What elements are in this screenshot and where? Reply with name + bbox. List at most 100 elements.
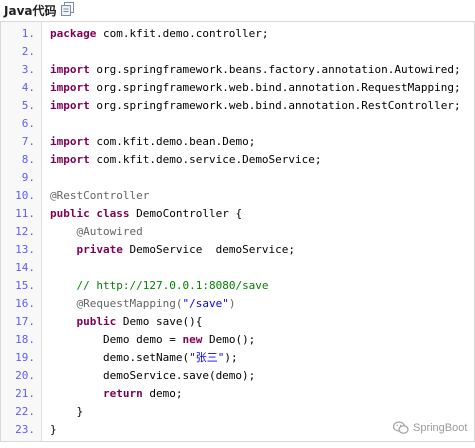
line-number: 17. [15, 315, 35, 328]
code-token-comment: // http://127.0.0.1:8080/save [76, 279, 269, 292]
line-number: 23. [15, 423, 35, 436]
code-token-keyword: import [50, 81, 90, 94]
line-code: @RequestMapping("/save") [50, 295, 236, 313]
code-line: 1. package com.kfit.demo.controller; [1, 25, 474, 43]
code-line: 7. import com.kfit.demo.bean.Demo; [1, 133, 474, 151]
line-code: import com.kfit.demo.service.DemoService… [50, 151, 322, 169]
code-line: 14. [1, 259, 474, 277]
code-token-annotation: @Autowired [76, 225, 143, 238]
code-line: 19. demo.setName("张三"); [1, 349, 474, 367]
line-code: public class DemoController { [50, 205, 242, 223]
code-token-string: "/save" [182, 297, 229, 310]
code-token-plain: } [50, 405, 84, 418]
line-code: package com.kfit.demo.controller; [50, 25, 269, 43]
line-number: 13. [15, 243, 35, 256]
copy-icon[interactable] [61, 2, 74, 16]
code-line: 20. demoService.save(demo); [1, 367, 474, 385]
line-code: private DemoService demoService; [50, 241, 296, 259]
line-number: 11. [15, 207, 35, 220]
code-line: 4. import org.springframework.web.bind.an… [1, 79, 474, 97]
line-number: 18. [15, 333, 35, 346]
code-token-keyword: new [182, 333, 203, 346]
code-token-keyword: return [102, 387, 143, 400]
code-token-annotation: @RequestMapping( [76, 297, 183, 310]
code-token-keyword: import [50, 135, 90, 148]
code-line: 21. return demo; [1, 385, 474, 403]
code-header: Java代码 [0, 0, 475, 20]
code-token-plain: DemoService demoService; [122, 243, 296, 256]
wechat-icon [392, 421, 409, 435]
code-token-plain: Demo(); [202, 333, 256, 346]
code-token-plain: DemoController { [129, 207, 243, 220]
code-token-plain: } [50, 423, 57, 436]
watermark: SpringBoot [392, 419, 467, 437]
code-token-string: "张三" [189, 351, 225, 364]
line-number: 16. [15, 297, 35, 310]
line-code: } [50, 421, 57, 439]
line-number: 19. [15, 351, 35, 364]
code-token-plain: com.kfit.demo.service.DemoService; [89, 153, 322, 166]
code-line: 8. import com.kfit.demo.service.DemoServi… [1, 151, 474, 169]
code-line: 6. [1, 115, 474, 133]
line-number: 1. [21, 27, 35, 40]
code-line: 13. private DemoService demoService; [1, 241, 474, 259]
code-token-plain: org.springframework.web.bind.annotation.… [89, 99, 461, 112]
code-token-keyword: private [76, 243, 123, 256]
code-token-keyword: class [96, 207, 130, 220]
line-code: return demo; [50, 385, 183, 403]
code-token-plain: org.springframework.web.bind.annotation.… [89, 81, 461, 94]
line-number: 10. [15, 189, 35, 202]
code-token-plain: org.springframework.beans.factory.annota… [89, 63, 461, 76]
code-token-keyword: import [50, 99, 90, 112]
line-code: @RestController [50, 187, 149, 205]
line-code: demoService.save(demo); [50, 367, 255, 385]
code-token-plain: Demo demo = [50, 333, 183, 346]
line-number: 3. [21, 63, 35, 76]
line-code: // http://127.0.0.1:8080/save [50, 277, 269, 295]
code-line: 16. @RequestMapping("/save") [1, 295, 474, 313]
code-token-keyword: import [50, 63, 90, 76]
line-code: import com.kfit.demo.bean.Demo; [50, 133, 255, 151]
line-code: import org.springframework.web.bind.anno… [50, 79, 461, 97]
line-number: 8. [21, 153, 35, 166]
code-language-title: Java代码 [4, 3, 57, 18]
line-number: 20. [15, 369, 35, 382]
line-code: Demo demo = new Demo(); [50, 331, 255, 349]
line-number: 22. [15, 405, 35, 418]
code-token-keyword: public [50, 207, 90, 220]
line-code: demo.setName("张三"); [50, 349, 238, 367]
line-number: 12. [15, 225, 35, 238]
line-number: 2. [21, 45, 35, 58]
code-token-annotation: @RestController [50, 189, 150, 202]
code-line: 12. @Autowired [1, 223, 474, 241]
code-token-plain: com.kfit.demo.controller; [96, 27, 269, 40]
code-line: 2. [1, 43, 474, 61]
line-number: 21. [15, 387, 35, 400]
code-token-plain: Demo save(){ [116, 315, 203, 328]
line-number: 6. [21, 117, 35, 130]
line-number: 4. [21, 81, 35, 94]
code-token-keyword: import [50, 153, 90, 166]
code-token-keyword: public [76, 315, 117, 328]
line-code: @Autowired [50, 223, 143, 241]
code-line: 11. public class DemoController { [1, 205, 474, 223]
code-line: 17. public Demo save(){ [1, 313, 474, 331]
line-code: import org.springframework.web.bind.anno… [50, 97, 461, 115]
code-token-plain: demo.setName( [50, 351, 190, 364]
code-line: 9. [1, 169, 474, 187]
code-line: 10. @RestController [1, 187, 474, 205]
code-line: 3. import org.springframework.beans.facto… [1, 61, 474, 79]
code-line: 15. // http://127.0.0.1:8080/save [1, 277, 474, 295]
code-token-keyword: package [50, 27, 97, 40]
code-token-plain: demoService.save(demo); [50, 369, 256, 382]
line-number: 14. [15, 261, 35, 274]
code-token-plain: demo; [142, 387, 183, 400]
code-token-plain: com.kfit.demo.bean.Demo; [89, 135, 256, 148]
code-line: 18. Demo demo = new Demo(); [1, 331, 474, 349]
code-block: 1. package com.kfit.demo.controller; 2. 3. i… [0, 21, 475, 442]
